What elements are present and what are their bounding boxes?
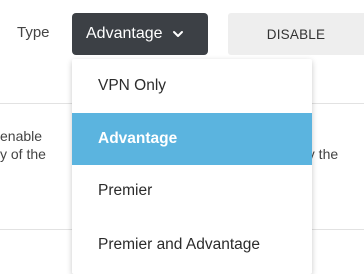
option-advantage[interactable]: Advantage — [72, 113, 312, 165]
type-label: Type — [17, 24, 50, 41]
type-select-value: Advantage — [86, 25, 163, 42]
description-line2-left: y of the — [0, 146, 46, 162]
option-premier[interactable]: Premier — [72, 167, 312, 215]
disable-button[interactable]: DISABLE — [228, 13, 364, 55]
option-premier-and-advantage[interactable]: Premier and Advantage — [72, 221, 312, 269]
chevron-down-icon — [172, 31, 183, 37]
type-select[interactable]: Advantage — [72, 13, 208, 55]
type-dropdown-menu: VPN Only Advantage Premier Premier and A… — [72, 59, 312, 274]
description-line1-left: enable — [0, 128, 43, 144]
option-vpn-only[interactable]: VPN Only — [72, 65, 312, 107]
